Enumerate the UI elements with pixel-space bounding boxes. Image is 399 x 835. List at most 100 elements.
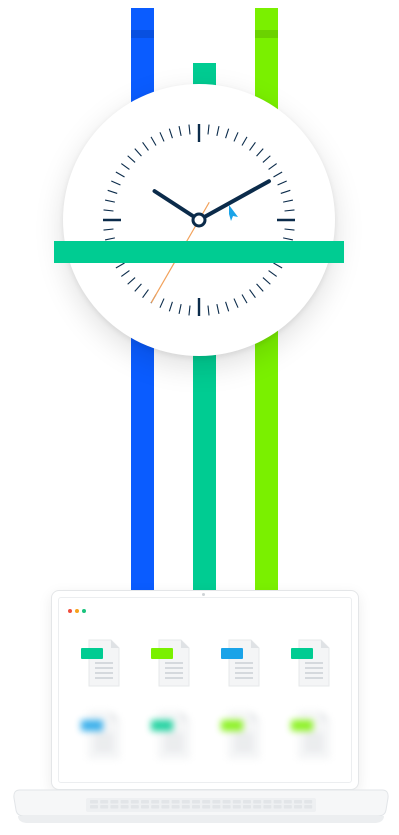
desktop [58, 597, 352, 783]
minute-tick [216, 125, 220, 136]
key [212, 800, 221, 804]
minute-tick [121, 270, 130, 277]
teal-band [54, 241, 344, 263]
key [120, 805, 129, 809]
laptop-base [13, 789, 389, 823]
key [141, 800, 149, 804]
key [110, 800, 119, 804]
key [110, 805, 119, 809]
minute-tick [283, 237, 294, 241]
minute-tick [283, 199, 294, 203]
key [151, 800, 160, 804]
minute-tick [273, 262, 283, 269]
document-icon[interactable] [221, 638, 261, 688]
clock-hub [191, 212, 207, 228]
key [181, 805, 190, 809]
minute-tick [121, 163, 130, 170]
minute-tick [103, 228, 114, 231]
stripe-shadow [131, 30, 154, 38]
stripe-shadow [255, 30, 278, 38]
key [283, 800, 292, 804]
document-icon[interactable] [81, 638, 121, 688]
document-icon[interactable] [291, 710, 331, 760]
minute-tick [277, 180, 287, 186]
hour-hand [152, 189, 201, 222]
document-icon[interactable] [81, 710, 121, 760]
key [171, 805, 180, 809]
minute-tick [178, 125, 182, 136]
minute-tick [262, 277, 271, 285]
maximize-dot[interactable] [82, 609, 86, 613]
key [304, 805, 313, 809]
key [100, 805, 109, 809]
minute-tick [207, 305, 210, 316]
minute-tick [127, 155, 136, 163]
key [202, 805, 211, 809]
key [161, 800, 170, 804]
minute-tick [111, 180, 121, 186]
key [253, 805, 262, 809]
key [141, 805, 149, 809]
key [212, 805, 221, 809]
minute-tick [249, 289, 256, 298]
minute-tick [103, 209, 114, 212]
document-icon[interactable] [151, 710, 191, 760]
minute-tick [134, 148, 142, 157]
key [283, 805, 292, 809]
minute-tick [115, 171, 125, 178]
keyboard [86, 798, 316, 812]
minute-tick [159, 132, 165, 142]
key [243, 800, 251, 804]
key [304, 800, 313, 804]
key [294, 800, 302, 804]
camera-dot [202, 593, 205, 596]
minute-tick [233, 298, 239, 308]
minute-tick [262, 155, 271, 163]
illustration [0, 0, 399, 835]
key [232, 805, 241, 809]
minute-tick [159, 298, 165, 308]
close-dot[interactable] [68, 609, 72, 613]
key [90, 800, 98, 804]
key [100, 800, 109, 804]
minute-tick [188, 124, 191, 135]
minute-tick [273, 171, 283, 178]
key [273, 800, 282, 804]
minute-tick [241, 294, 248, 304]
minute-tick [225, 301, 230, 312]
window-controls [68, 609, 86, 613]
document-icon[interactable] [151, 638, 191, 688]
clock-dial [103, 124, 295, 316]
minute-tick [256, 148, 264, 157]
minute-tick [268, 163, 277, 170]
minute-tick [104, 237, 115, 241]
key [161, 805, 170, 809]
minute-tick [284, 228, 295, 231]
key [222, 805, 231, 809]
minute-tick [168, 301, 173, 312]
key [130, 805, 139, 809]
key [181, 800, 190, 804]
minute-tick [104, 199, 115, 203]
key [120, 800, 129, 804]
laptop-screen [51, 590, 359, 790]
minute-tick [280, 189, 291, 194]
minute-tick [268, 270, 277, 277]
key [151, 805, 160, 809]
minute-tick [142, 142, 149, 151]
minute-tick [284, 209, 295, 212]
minute-tick [115, 262, 125, 269]
minute-tick [142, 289, 149, 298]
document-icon[interactable] [221, 710, 261, 760]
minute-tick [207, 124, 210, 135]
key [273, 805, 282, 809]
document-icon[interactable] [291, 638, 331, 688]
minute-tick [256, 283, 264, 292]
minute-tick [127, 277, 136, 285]
key [263, 800, 272, 804]
minimize-dot[interactable] [75, 609, 79, 613]
key [294, 805, 302, 809]
minute-tick [225, 128, 230, 139]
minute-tick [241, 136, 248, 146]
key [192, 805, 200, 809]
